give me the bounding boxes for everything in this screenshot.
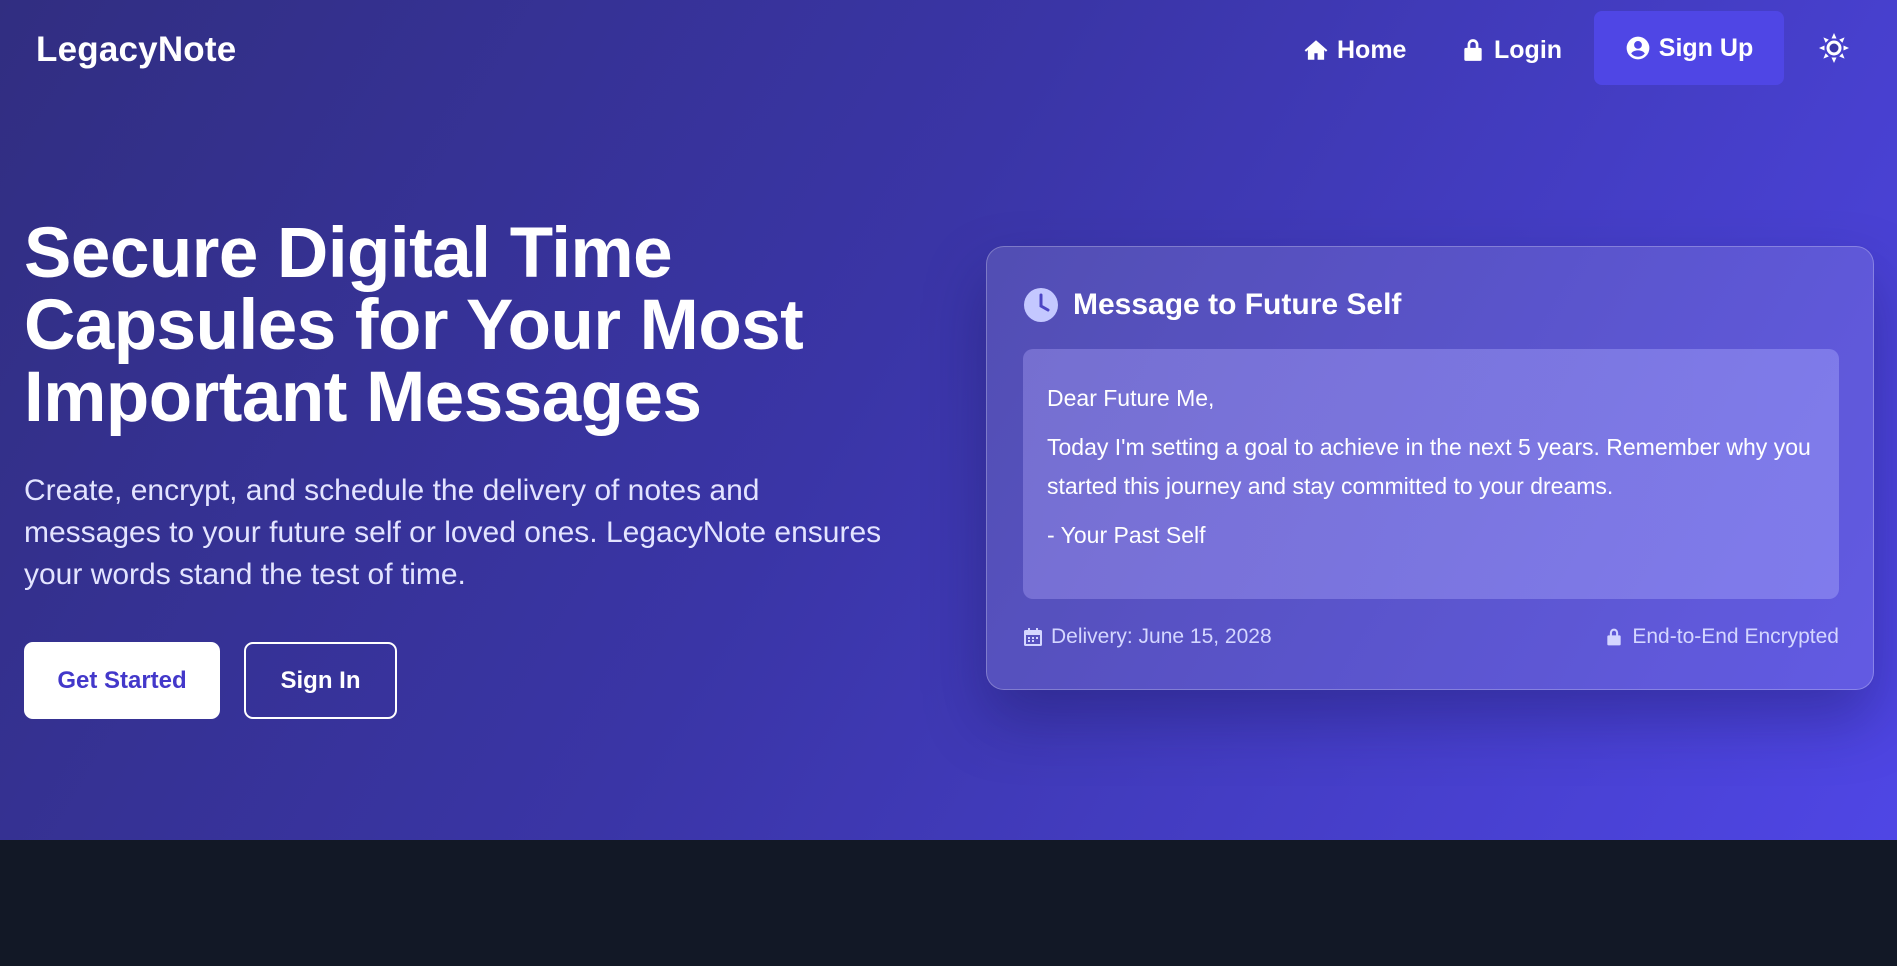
nav-login-link[interactable]: Login: [1460, 28, 1562, 72]
lock-icon: [1464, 39, 1482, 61]
hero-section: LegacyNote Home Login Sign Up Secure Dig…: [0, 0, 1897, 840]
get-started-button[interactable]: Get Started: [24, 642, 220, 719]
encryption-info: End-to-End Encrypted: [1604, 625, 1839, 649]
card-footer: Delivery: June 15, 2028 End-to-End Encry…: [1023, 625, 1839, 649]
theme-toggle-button[interactable]: [1818, 32, 1850, 64]
message-preview-card: Message to Future Self Dear Future Me, T…: [986, 246, 1874, 690]
delivery-info: Delivery: June 15, 2028: [1023, 625, 1272, 649]
clock-icon: [1024, 288, 1058, 322]
calendar-icon: [1024, 628, 1042, 646]
nav-signup-label: Sign Up: [1658, 33, 1754, 62]
sign-in-button[interactable]: Sign In: [244, 642, 397, 719]
home-icon: [1304, 40, 1328, 60]
delivery-date: Delivery: June 15, 2028: [1051, 625, 1272, 648]
nav-home-label: Home: [1337, 35, 1407, 64]
note-body: Today I'm setting a goal to achieve in t…: [1047, 434, 1811, 499]
note-signature: - Your Past Self: [1047, 522, 1206, 548]
brand-logo[interactable]: LegacyNote: [36, 30, 236, 70]
lock-icon: [1607, 628, 1622, 646]
hero-headline: Secure Digital Time Capsules for Your Mo…: [24, 214, 804, 437]
sun-icon: [1819, 33, 1849, 63]
card-header: Message to Future Self: [1023, 287, 1401, 323]
nav-home-link[interactable]: Home: [1303, 28, 1406, 72]
user-circle-icon: [1626, 36, 1650, 60]
hero-subtext: Create, encrypt, and schedule the delive…: [24, 474, 882, 591]
note-greeting: Dear Future Me,: [1047, 385, 1215, 411]
nav-signup-button[interactable]: Sign Up: [1594, 11, 1784, 85]
card-title: Message to Future Self: [1073, 288, 1402, 321]
note-content: Dear Future Me, Today I'm setting a goal…: [1023, 349, 1839, 599]
encryption-label: End-to-End Encrypted: [1632, 625, 1839, 648]
nav-login-label: Login: [1494, 35, 1563, 64]
top-navbar: LegacyNote Home Login Sign Up: [0, 0, 1897, 100]
